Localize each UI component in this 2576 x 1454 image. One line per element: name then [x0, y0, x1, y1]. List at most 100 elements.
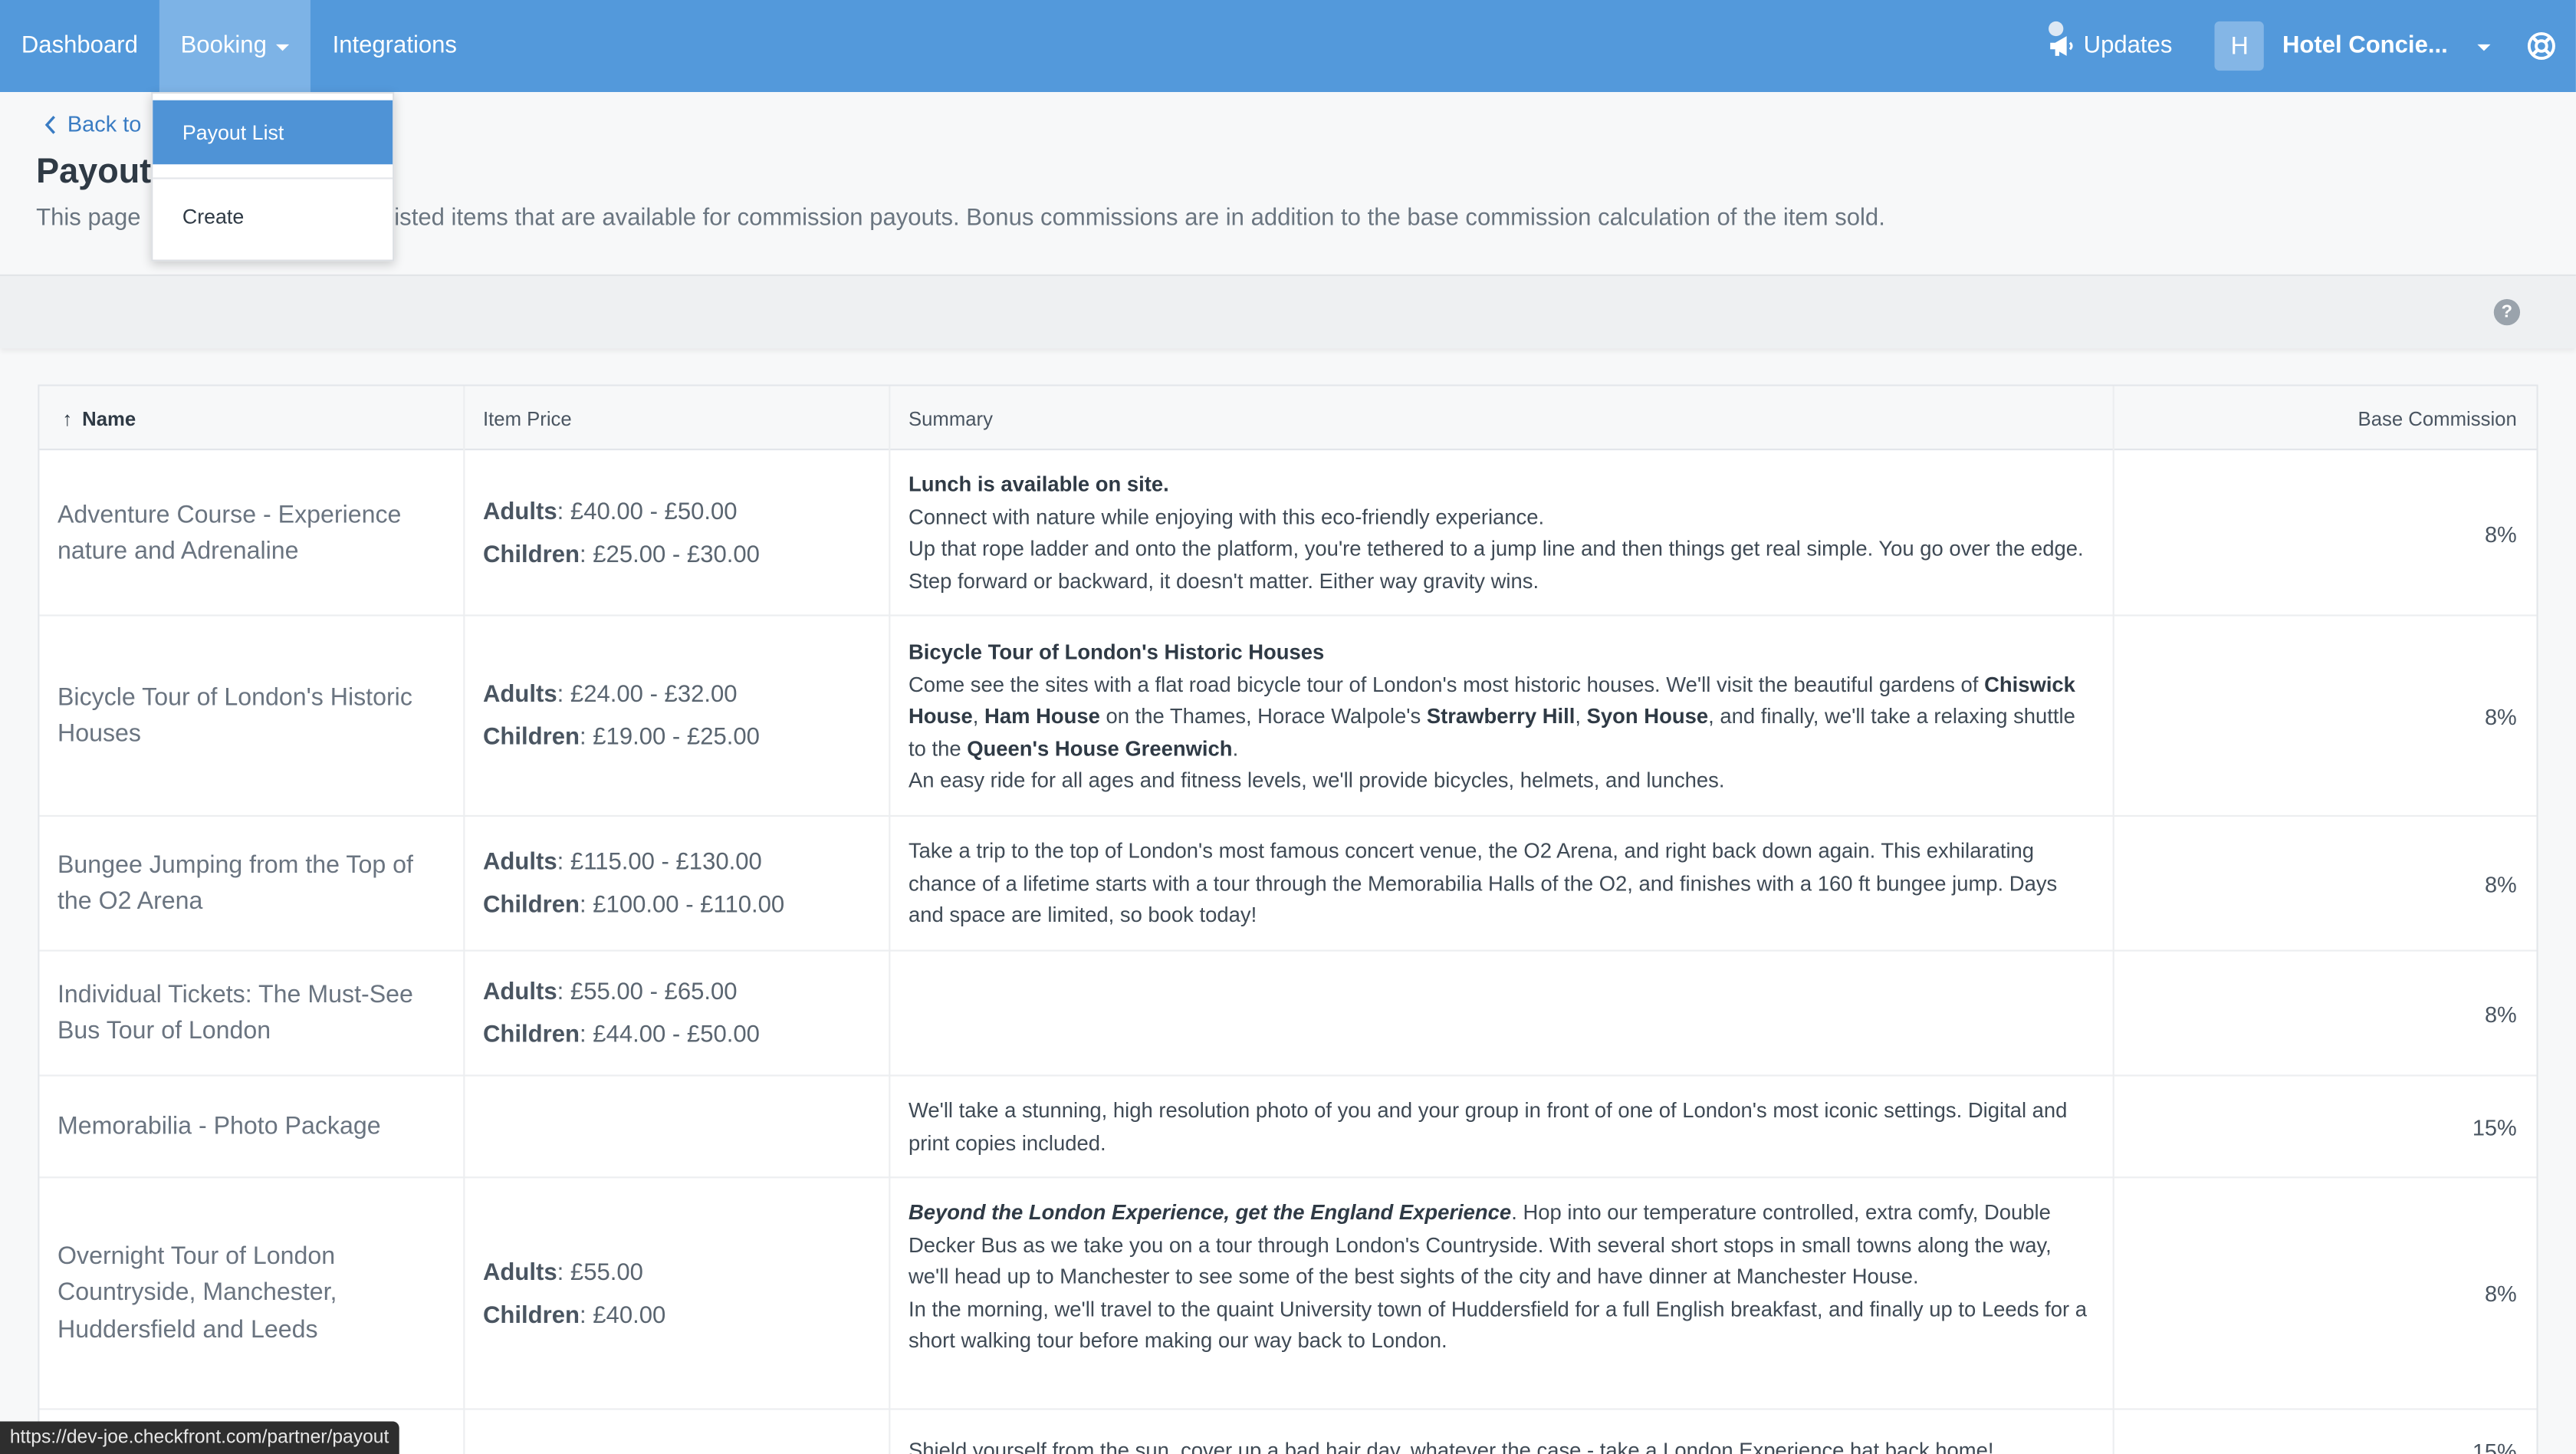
payout-table: ↑ Name Item Price Summary Base Commissio… — [38, 384, 2538, 1454]
item-commission: 15% — [2472, 1439, 2517, 1454]
children-label: Children — [482, 892, 580, 919]
nav-booking[interactable]: Booking — [159, 0, 311, 92]
sort-arrow-up-icon: ↑ — [62, 406, 73, 430]
link-preview-statusbar: https://dev-joe.checkfront.com/partner/p… — [0, 1421, 399, 1454]
filter-bar: ? — [0, 274, 2576, 349]
summary-text: Up that rope ladder and onto the platfor… — [908, 535, 2084, 594]
summary-text: In the morning, we'll travel to the quai… — [908, 1296, 2088, 1354]
summary-heading: Bicycle Tour of London's Historic Houses — [908, 639, 1325, 664]
item-commission: 15% — [2472, 1114, 2517, 1140]
item-summary: Beyond the London Experience, get the En… — [909, 1196, 2095, 1357]
column-header-commission[interactable]: Base Commission — [2358, 387, 2517, 451]
item-commission: 8% — [2484, 1002, 2517, 1027]
item-price: Adults: £55.00 Children: £40.00 — [483, 1178, 665, 1410]
table-row[interactable]: Shield yourself from the sun, cover up a… — [39, 1410, 2536, 1454]
item-price: Adults: £55.00 - £65.00 Children: £44.00… — [483, 952, 760, 1077]
summary-bold: Queen's House Greenwich — [967, 735, 1233, 761]
item-price: Adults: £115.00 - £130.00 Children: £100… — [483, 817, 784, 952]
app-root: Dashboard Booking Integrations Updates H… — [0, 0, 2576, 1454]
item-commission: 8% — [2484, 521, 2517, 547]
adults-label: Adults — [482, 979, 557, 1006]
children-price: : £44.00 - £50.00 — [580, 1021, 760, 1049]
children-label: Children — [482, 1021, 580, 1049]
children-label: Children — [482, 542, 580, 569]
column-header-summary[interactable]: Summary — [909, 387, 993, 451]
table-row[interactable]: Overnight Tour of London Countryside, Ma… — [39, 1178, 2537, 1410]
summary-bold: Strawberry Hill — [1426, 703, 1576, 729]
children-label: Children — [482, 724, 580, 752]
item-commission: 8% — [2484, 871, 2517, 896]
item-name[interactable]: Individual Tickets: The Must-See Bus Tou… — [58, 952, 452, 1077]
column-header-name[interactable]: ↑ Name — [62, 387, 136, 451]
adults-price: : £24.00 - £32.00 — [557, 682, 738, 709]
item-commission: 8% — [2484, 1281, 2517, 1307]
booking-dropdown-menu: Payout List Create — [151, 91, 395, 262]
summary-bold: Ham House — [984, 703, 1100, 729]
adults-price: : £40.00 - £50.00 — [557, 499, 738, 526]
table-row[interactable]: Bungee Jumping from the Top of the O2 Ar… — [39, 817, 2537, 952]
summary-text: . — [1232, 735, 1239, 761]
menu-item-payout-list[interactable]: Payout List — [153, 100, 393, 165]
item-summary: Bicycle Tour of London's Historic Houses… — [909, 636, 2095, 797]
summary-text: on the Thames, Horace Walpole's — [1099, 703, 1427, 729]
page-description-right: isted items that are available for commi… — [394, 205, 1885, 232]
nav-dashboard[interactable]: Dashboard — [0, 0, 159, 92]
item-name[interactable]: Memorabilia - Photo Package — [58, 1077, 452, 1179]
adults-price: : £115.00 - £130.00 — [557, 849, 762, 877]
top-nav: Dashboard Booking Integrations Updates H… — [0, 0, 2576, 92]
updates-label: Updates — [2083, 32, 2173, 60]
adults-label: Adults — [482, 682, 557, 709]
children-label: Children — [482, 1302, 580, 1329]
item-name[interactable]: Adventure Course - Experience nature and… — [58, 452, 452, 616]
adults-price: : £55.00 - £65.00 — [557, 979, 738, 1006]
item-commission: 8% — [2484, 704, 2517, 729]
item-name[interactable]: Bungee Jumping from the Top of the O2 Ar… — [58, 817, 452, 952]
lifebuoy-icon[interactable] — [2527, 31, 2557, 61]
page-description-left: This page — [36, 205, 141, 232]
table-row[interactable]: Bicycle Tour of London's Historic Houses… — [39, 617, 2537, 817]
children-price: : £19.00 - £25.00 — [580, 724, 760, 752]
summary-heading: Beyond the London Experience, get the En… — [908, 1199, 1512, 1225]
adults-label: Adults — [482, 849, 557, 877]
megaphone-icon — [2050, 36, 2074, 56]
summary-text: , — [1575, 703, 1587, 729]
updates-button[interactable]: Updates — [2049, 21, 2173, 60]
nav-integrations[interactable]: Integrations — [311, 0, 478, 92]
children-price: : £25.00 - £30.00 — [580, 542, 760, 569]
children-price: : £100.00 - £110.00 — [580, 892, 785, 919]
item-name[interactable]: Overnight Tour of London Countryside, Ma… — [58, 1178, 452, 1410]
summary-bold: Syon House — [1586, 703, 1709, 729]
nav-right: Updates H Hotel Concie... — [2049, 0, 2576, 92]
column-header-name-label: Name — [82, 406, 136, 430]
nav-booking-label: Booking — [180, 32, 267, 60]
summary-text: , — [972, 703, 985, 729]
summary-text: An easy ride for all ages and fitness le… — [908, 768, 1725, 793]
adults-label: Adults — [482, 1259, 557, 1286]
help-icon[interactable]: ? — [2493, 298, 2521, 326]
account-caret-down-icon[interactable] — [2477, 44, 2491, 51]
item-name[interactable]: Bicycle Tour of London's Historic Houses — [58, 617, 452, 817]
item-price: Adults: £40.00 - £50.00 Children: £25.00… — [483, 452, 760, 616]
item-price: Adults: £24.00 - £32.00 Children: £19.00… — [483, 617, 760, 817]
item-summary: Take a trip to the top of London's most … — [908, 837, 2058, 927]
menu-divider — [153, 177, 393, 179]
table-row[interactable]: Adventure Course - Experience nature and… — [39, 452, 2537, 617]
account-name[interactable]: Hotel Concie... — [2282, 33, 2448, 59]
caret-down-icon — [276, 44, 290, 51]
children-price: : £40.00 — [580, 1302, 666, 1329]
adults-label: Adults — [482, 499, 557, 526]
summary-text: Connect with nature while enjoying with … — [908, 503, 1545, 529]
summary-heading: Lunch is available on site. — [908, 471, 1169, 497]
table-row[interactable]: Memorabilia - Photo Package We'll take a… — [39, 1077, 2537, 1179]
adults-price: : £55.00 — [557, 1259, 643, 1286]
summary-text: Come see the sites with a flat road bicy… — [908, 671, 1979, 696]
table-row[interactable]: Individual Tickets: The Must-See Bus Tou… — [39, 952, 2537, 1077]
menu-item-create[interactable]: Create — [153, 196, 393, 238]
avatar[interactable]: H — [2215, 21, 2265, 71]
table-header: ↑ Name Item Price Summary Base Commissio… — [39, 386, 2537, 451]
back-link[interactable]: Back to — [44, 112, 141, 137]
back-link-label: Back to — [67, 111, 142, 137]
item-summary: We'll take a stunning, high resolution p… — [908, 1097, 2068, 1155]
column-header-price[interactable]: Item Price — [483, 387, 572, 451]
item-summary: Shield yourself from the sun, cover up a… — [908, 1437, 1994, 1454]
